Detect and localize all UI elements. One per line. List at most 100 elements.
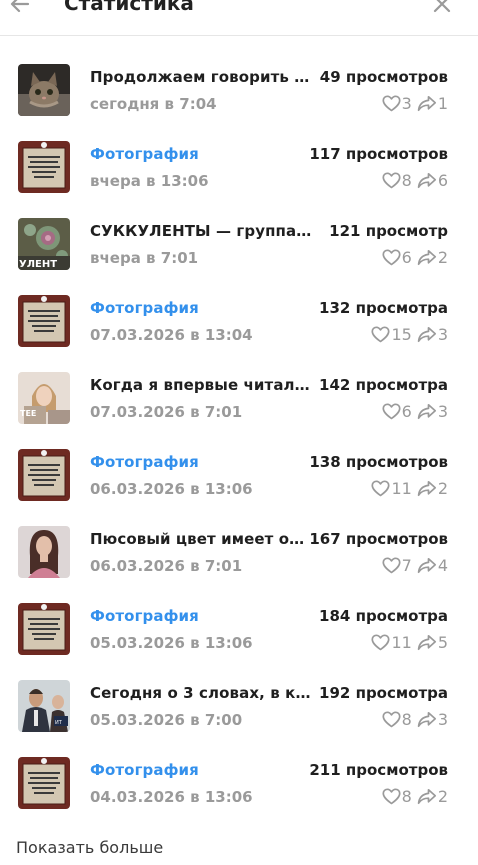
share-arrow-icon xyxy=(417,95,436,112)
shares-stat: 1 xyxy=(417,94,448,113)
post-row-6[interactable]: Фотография 06.03.2026 в 13:06 138 просмо… xyxy=(0,435,478,512)
likes-stat: 8 xyxy=(382,171,412,190)
share-arrow-icon xyxy=(417,326,436,343)
svg-text:ИТ: ИТ xyxy=(55,720,63,726)
post-stats-list: Продолжаем говорить о глаголах сегодня в… xyxy=(0,50,478,820)
likes-stat: 11 xyxy=(371,633,412,652)
post-thumbnail: ТЕЕ xyxy=(18,372,70,424)
post-row-8[interactable]: Фотография 05.03.2026 в 13:06 184 просмо… xyxy=(0,589,478,666)
post-title: Фотография xyxy=(90,299,199,317)
likes-count: 15 xyxy=(391,325,412,344)
share-arrow-icon xyxy=(417,480,436,497)
heart-icon xyxy=(382,557,401,574)
likes-stat: 3 xyxy=(382,94,412,113)
share-arrow-icon xyxy=(417,172,436,189)
post-title: Пюсовый цвет имеет одно значение xyxy=(90,530,312,548)
likes-count: 6 xyxy=(401,402,412,421)
share-arrow-icon xyxy=(417,711,436,728)
share-arrow-icon xyxy=(417,634,436,651)
shares-count: 6 xyxy=(437,171,448,190)
post-row-2[interactable]: Фотография вчера в 13:06 117 просмотров … xyxy=(0,127,478,204)
post-row-9[interactable]: ИТ Сегодня о 3 словах, в которых 05.03.2… xyxy=(0,666,478,743)
post-date: 06.03.2026 в 7:01 xyxy=(90,557,243,575)
shares-count: 2 xyxy=(437,787,448,806)
heart-icon xyxy=(382,403,401,420)
page-title: Статистика xyxy=(64,0,194,15)
post-views: 132 просмотра xyxy=(319,299,448,317)
post-thumbnail xyxy=(18,295,70,347)
shares-stat: 2 xyxy=(417,248,448,267)
heart-icon xyxy=(371,480,391,497)
post-views: 167 просмотров xyxy=(309,530,448,548)
likes-count: 11 xyxy=(391,633,412,652)
post-views: 184 просмотра xyxy=(319,607,448,625)
shares-count: 5 xyxy=(437,633,448,652)
post-row-5[interactable]: ТЕЕ Когда я впервые читала «Войну и мир»… xyxy=(0,358,478,435)
likes-stat: 8 xyxy=(382,787,412,806)
post-title: Продолжаем говорить о глаголах xyxy=(90,68,312,86)
shares-count: 1 xyxy=(437,94,448,113)
post-views: 49 просмотров xyxy=(319,68,448,86)
shares-count: 4 xyxy=(437,556,448,575)
post-reactions: 6 2 xyxy=(382,248,448,267)
post-row-10[interactable]: Фотография 04.03.2026 в 13:06 211 просмо… xyxy=(0,743,478,820)
shares-stat: 5 xyxy=(417,633,448,652)
share-arrow-icon xyxy=(417,557,436,574)
likes-count: 11 xyxy=(391,479,412,498)
likes-stat: 8 xyxy=(382,710,412,729)
post-date: 05.03.2026 в 7:00 xyxy=(90,711,243,729)
likes-count: 8 xyxy=(401,171,412,190)
shares-stat: 2 xyxy=(417,787,448,806)
post-reactions: 8 2 xyxy=(382,787,448,806)
post-thumbnail: ИТ xyxy=(18,680,70,732)
shares-stat: 3 xyxy=(417,710,448,729)
svg-text:ТЕЕ: ТЕЕ xyxy=(20,409,36,418)
post-views: 117 просмотров xyxy=(309,145,448,163)
post-reactions: 7 4 xyxy=(382,556,448,575)
post-title: СУККУЛЕНТЫ — группа растений xyxy=(90,222,312,240)
post-reactions: 8 6 xyxy=(382,171,448,190)
post-date: 05.03.2026 в 13:06 xyxy=(90,634,253,652)
likes-count: 8 xyxy=(401,787,412,806)
post-reactions: 6 3 xyxy=(382,402,448,421)
heart-icon xyxy=(371,634,391,651)
post-date: вчера в 13:06 xyxy=(90,172,209,190)
post-row-4[interactable]: Фотография 07.03.2026 в 13:04 132 просмо… xyxy=(0,281,478,358)
post-reactions: 8 3 xyxy=(382,710,448,729)
show-more-button[interactable]: Показать больше xyxy=(16,838,163,857)
post-title: Фотография xyxy=(90,607,199,625)
share-arrow-icon xyxy=(417,249,436,266)
shares-count: 3 xyxy=(437,325,448,344)
post-date: 07.03.2026 в 13:04 xyxy=(90,326,253,344)
back-button[interactable] xyxy=(6,0,34,18)
post-date: 06.03.2026 в 13:06 xyxy=(90,480,253,498)
post-row-3[interactable]: УЛЕНТ СУККУЛЕНТЫ — группа растений вчера… xyxy=(0,204,478,281)
post-thumbnail xyxy=(18,603,70,655)
post-title: Сегодня о 3 словах, в которых xyxy=(90,684,312,702)
post-row-1[interactable]: Продолжаем говорить о глаголах сегодня в… xyxy=(0,50,478,127)
shares-stat: 3 xyxy=(417,325,448,344)
post-views: 142 просмотра xyxy=(319,376,448,394)
likes-stat: 11 xyxy=(371,479,412,498)
shares-count: 2 xyxy=(437,248,448,267)
likes-count: 8 xyxy=(401,710,412,729)
arrow-left-icon xyxy=(10,0,30,13)
post-row-7[interactable]: Пюсовый цвет имеет одно значение 06.03.2… xyxy=(0,512,478,589)
svg-text:УЛЕНТ: УЛЕНТ xyxy=(19,259,57,270)
post-date: вчера в 7:01 xyxy=(90,249,199,267)
header-bar: Статистика xyxy=(0,0,478,36)
post-title: Фотография xyxy=(90,145,199,163)
post-title: Фотография xyxy=(90,761,199,779)
shares-stat: 4 xyxy=(417,556,448,575)
heart-icon xyxy=(371,326,391,343)
post-views: 138 просмотров xyxy=(309,453,448,471)
post-reactions: 11 5 xyxy=(371,633,448,652)
likes-stat: 6 xyxy=(382,402,412,421)
post-thumbnail xyxy=(18,141,70,193)
likes-count: 7 xyxy=(401,556,412,575)
share-arrow-icon xyxy=(417,788,436,805)
heart-icon xyxy=(382,249,401,266)
post-thumbnail: УЛЕНТ xyxy=(18,218,70,270)
close-button[interactable] xyxy=(428,0,456,18)
shares-stat: 6 xyxy=(417,171,448,190)
